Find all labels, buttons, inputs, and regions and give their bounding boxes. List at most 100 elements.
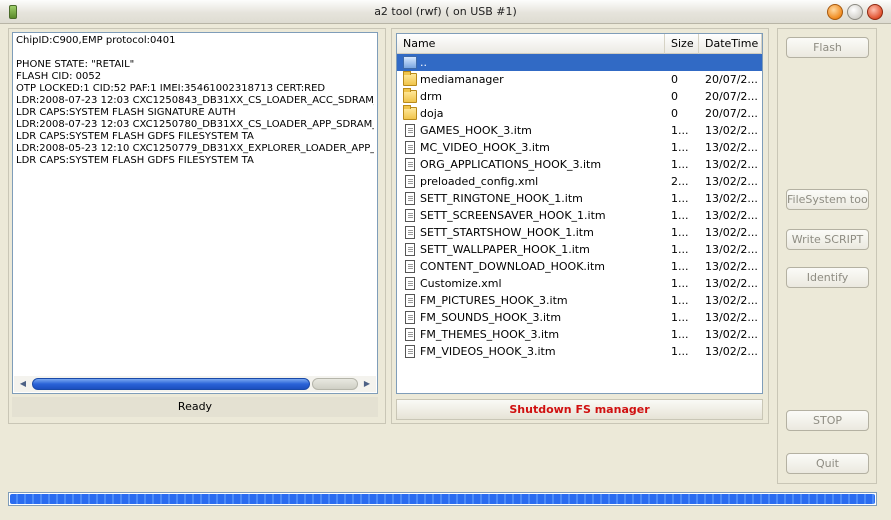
file-size: 0 bbox=[671, 107, 678, 120]
file-name: CONTENT_DOWNLOAD_HOOK.itm bbox=[420, 260, 605, 273]
file-icon bbox=[405, 226, 415, 239]
file-icon bbox=[405, 328, 415, 341]
file-icon bbox=[405, 124, 415, 137]
file-icon bbox=[405, 260, 415, 273]
write-script-button[interactable]: Write SCRIPT bbox=[786, 229, 869, 250]
file-datetime: 13/02/2... bbox=[705, 158, 758, 171]
scrollbar-thumb[interactable] bbox=[32, 378, 310, 390]
file-datetime: 13/02/2... bbox=[705, 294, 758, 307]
scrollbar-track[interactable] bbox=[312, 378, 358, 390]
log-line: LDR CAPS:SYSTEM FLASH GDFS FILESYSTEM TA bbox=[16, 155, 254, 166]
file-icon bbox=[405, 209, 415, 222]
file-row[interactable]: FM_THEMES_HOOK_3.itm 1... 13/02/2... bbox=[397, 326, 762, 343]
file-list[interactable]: Name Size DateTime .. mediamanager 0 20/07/… bbox=[396, 33, 763, 394]
file-datetime: 20/07/2... bbox=[705, 90, 758, 103]
file-row[interactable]: mediamanager 0 20/07/2... bbox=[397, 71, 762, 88]
file-size: 1... bbox=[671, 345, 689, 358]
file-size: 1... bbox=[671, 124, 689, 137]
log-line: LDR:2008-07-23 12:03 CXC1250780_DB31XX_C… bbox=[16, 119, 374, 130]
file-datetime: 13/02/2... bbox=[705, 328, 758, 341]
file-datetime: 20/07/2... bbox=[705, 107, 758, 120]
file-row[interactable]: preloaded_config.xml 2... 13/02/2... bbox=[397, 173, 762, 190]
file-row[interactable]: .. bbox=[397, 54, 762, 71]
file-size: 1... bbox=[671, 141, 689, 154]
file-row[interactable]: SETT_STARTSHOW_HOOK_1.itm 1... 13/02/2... bbox=[397, 224, 762, 241]
file-row[interactable]: SETT_WALLPAPER_HOOK_1.itm 1... 13/02/2... bbox=[397, 241, 762, 258]
log-line: PHONE STATE: "RETAIL" bbox=[16, 59, 135, 70]
quit-button[interactable]: Quit bbox=[786, 453, 869, 474]
column-header-size[interactable]: Size bbox=[665, 34, 699, 54]
file-row[interactable]: FM_VIDEOS_HOOK_3.itm 1... 13/02/2... bbox=[397, 343, 762, 360]
file-datetime: 13/02/2... bbox=[705, 192, 758, 205]
file-datetime: 13/02/2... bbox=[705, 124, 758, 137]
file-datetime: 13/02/2... bbox=[705, 345, 758, 358]
column-header-datetime[interactable]: DateTime bbox=[699, 34, 762, 54]
status-text: Ready bbox=[12, 397, 378, 417]
file-row[interactable]: FM_PICTURES_HOOK_3.itm 1... 13/02/2... bbox=[397, 292, 762, 309]
folder-icon bbox=[403, 71, 417, 86]
file-size: 1... bbox=[671, 260, 689, 273]
file-size: 1... bbox=[671, 243, 689, 256]
maximize-button[interactable] bbox=[847, 4, 863, 20]
file-datetime: 13/02/2... bbox=[705, 226, 758, 239]
file-row[interactable]: MC_VIDEO_HOOK_3.itm 1... 13/02/2... bbox=[397, 139, 762, 156]
log-line: LDR CAPS:SYSTEM FLASH GDFS FILESYSTEM TA bbox=[16, 131, 254, 142]
shutdown-fs-manager-button[interactable]: Shutdown FS manager bbox=[396, 399, 763, 420]
file-name: FM_SOUNDS_HOOK_3.itm bbox=[420, 311, 562, 324]
minimize-button[interactable] bbox=[827, 4, 843, 20]
log-line: ChipID:C900,EMP protocol:0401 bbox=[16, 35, 176, 46]
close-button[interactable] bbox=[867, 4, 883, 20]
file-row[interactable]: doja 0 20/07/2... bbox=[397, 105, 762, 122]
file-name: GAMES_HOOK_3.itm bbox=[420, 124, 532, 137]
file-name: drm bbox=[420, 90, 443, 103]
identify-button[interactable]: Identify bbox=[786, 267, 869, 288]
file-name: FM_THEMES_HOOK_3.itm bbox=[420, 328, 560, 341]
file-name: SETT_SCREENSAVER_HOOK_1.itm bbox=[420, 209, 606, 222]
title-bar[interactable]: a2 tool (rwf) ( on USB #1) bbox=[0, 0, 891, 24]
file-size: 1... bbox=[671, 328, 689, 341]
scroll-right-icon[interactable]: ▶ bbox=[360, 376, 374, 392]
file-row[interactable]: FM_SOUNDS_HOOK_3.itm 1... 13/02/2... bbox=[397, 309, 762, 326]
file-icon bbox=[405, 158, 415, 171]
log-line: OTP LOCKED:1 CID:52 PAF:1 IMEI:354610023… bbox=[16, 83, 326, 94]
parent-folder-icon bbox=[403, 56, 417, 69]
file-datetime: 13/02/2... bbox=[705, 175, 758, 188]
file-row[interactable]: drm 0 20/07/2... bbox=[397, 88, 762, 105]
file-name: SETT_WALLPAPER_HOOK_1.itm bbox=[420, 243, 590, 256]
file-row[interactable]: GAMES_HOOK_3.itm 1... 13/02/2... bbox=[397, 122, 762, 139]
file-size: 0 bbox=[671, 90, 678, 103]
log-horizontal-scrollbar[interactable]: ◀ ▶ bbox=[14, 376, 376, 392]
file-size: 1... bbox=[671, 209, 689, 222]
file-name: Customize.xml bbox=[420, 277, 502, 290]
flash-button[interactable]: Flash bbox=[786, 37, 869, 58]
file-size: 1... bbox=[671, 226, 689, 239]
file-icon bbox=[405, 311, 415, 324]
file-row[interactable]: Customize.xml 1... 13/02/2... bbox=[397, 275, 762, 292]
file-row[interactable]: CONTENT_DOWNLOAD_HOOK.itm 1... 13/02/2... bbox=[397, 258, 762, 275]
file-datetime: 13/02/2... bbox=[705, 209, 758, 222]
column-header-name[interactable]: Name bbox=[397, 34, 665, 54]
log-line: LDR:2008-05-23 12:10 CXC1250779_DB31XX_E… bbox=[16, 143, 374, 154]
log-text: ChipID:C900,EMP protocol:0401 PHONE STATE… bbox=[16, 35, 374, 167]
window-title: a2 tool (rwf) ( on USB #1) bbox=[374, 5, 517, 18]
file-name: FM_VIDEOS_HOOK_3.itm bbox=[420, 345, 556, 358]
file-row[interactable]: SETT_SCREENSAVER_HOOK_1.itm 1... 13/02/2..… bbox=[397, 207, 762, 224]
file-datetime: 13/02/2... bbox=[705, 243, 758, 256]
file-row[interactable]: ORG_APPLICATIONS_HOOK_3.itm 1... 13/02/2..… bbox=[397, 156, 762, 173]
file-size: 0 bbox=[671, 73, 678, 86]
folder-icon bbox=[403, 105, 417, 120]
log-line: LDR:2008-07-23 12:03 CXC1250843_DB31XX_C… bbox=[16, 95, 374, 106]
file-datetime: 13/02/2... bbox=[705, 311, 758, 324]
progress-bar bbox=[8, 492, 877, 506]
file-name: mediamanager bbox=[420, 73, 504, 86]
file-datetime: 20/07/2... bbox=[705, 73, 758, 86]
log-output[interactable]: ChipID:C900,EMP protocol:0401 PHONE STATE… bbox=[12, 32, 378, 394]
scroll-left-icon[interactable]: ◀ bbox=[16, 376, 30, 392]
file-size: 1... bbox=[671, 311, 689, 324]
file-row[interactable]: SETT_RINGTONE_HOOK_1.itm 1... 13/02/2... bbox=[397, 190, 762, 207]
file-name: preloaded_config.xml bbox=[420, 175, 539, 188]
file-name: FM_PICTURES_HOOK_3.itm bbox=[420, 294, 568, 307]
stop-button[interactable]: STOP bbox=[786, 410, 869, 431]
file-icon bbox=[405, 345, 415, 358]
filesystem-tool-button[interactable]: FileSystem tool bbox=[786, 189, 869, 210]
